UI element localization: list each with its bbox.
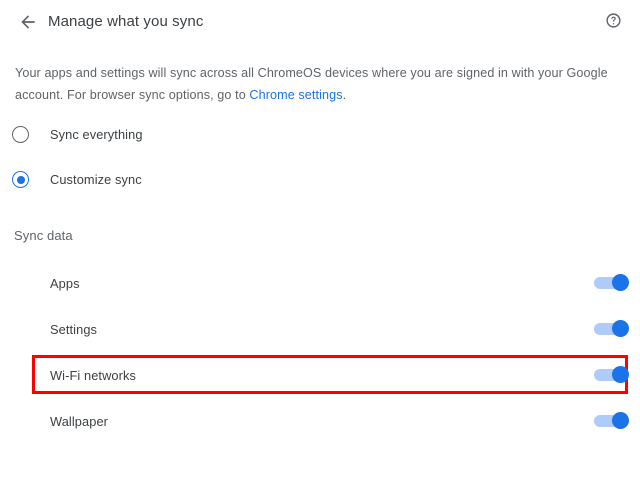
toggle-switch-wallpaper[interactable]	[594, 414, 628, 428]
toggle-knob	[612, 320, 629, 337]
back-arrow-icon[interactable]	[12, 6, 44, 38]
toggle-switch-wifi-networks[interactable]	[594, 368, 628, 382]
radio-circle-icon[interactable]	[12, 126, 29, 143]
radio-label: Customize sync	[50, 172, 142, 187]
description-text-part2: .	[343, 88, 347, 102]
page-header: Manage what you sync	[0, 0, 640, 48]
toggle-knob	[612, 274, 629, 291]
sync-row-settings[interactable]: Settings	[0, 306, 640, 352]
radio-option-sync-everything[interactable]: Sync everything	[0, 112, 640, 157]
sync-row-wallpaper[interactable]: Wallpaper	[0, 398, 640, 444]
page-title: Manage what you sync	[48, 0, 203, 44]
toggle-switch-apps[interactable]	[594, 276, 628, 290]
sync-item-label: Wi-Fi networks	[50, 368, 136, 383]
radio-option-customize-sync[interactable]: Customize sync	[0, 157, 640, 202]
sync-description: Your apps and settings will sync across …	[15, 62, 615, 106]
help-circle-icon[interactable]	[598, 5, 628, 35]
sync-data-list: Apps Settings Wi-Fi networks Wallpaper	[0, 260, 640, 444]
sync-row-apps[interactable]: Apps	[0, 260, 640, 306]
toggle-knob	[612, 412, 629, 429]
toggle-switch-settings[interactable]	[594, 322, 628, 336]
sync-item-label: Settings	[50, 322, 97, 337]
sync-item-label: Wallpaper	[50, 414, 108, 429]
sync-mode-radio-group: Sync everything Customize sync	[0, 112, 640, 202]
sync-data-heading: Sync data	[14, 228, 73, 243]
sync-item-label: Apps	[50, 276, 80, 291]
radio-circle-selected-icon[interactable]	[12, 171, 29, 188]
sync-row-wifi-networks[interactable]: Wi-Fi networks	[0, 352, 640, 398]
radio-label: Sync everything	[50, 127, 143, 142]
chrome-settings-link[interactable]: Chrome settings	[249, 88, 342, 102]
toggle-knob	[612, 366, 629, 383]
